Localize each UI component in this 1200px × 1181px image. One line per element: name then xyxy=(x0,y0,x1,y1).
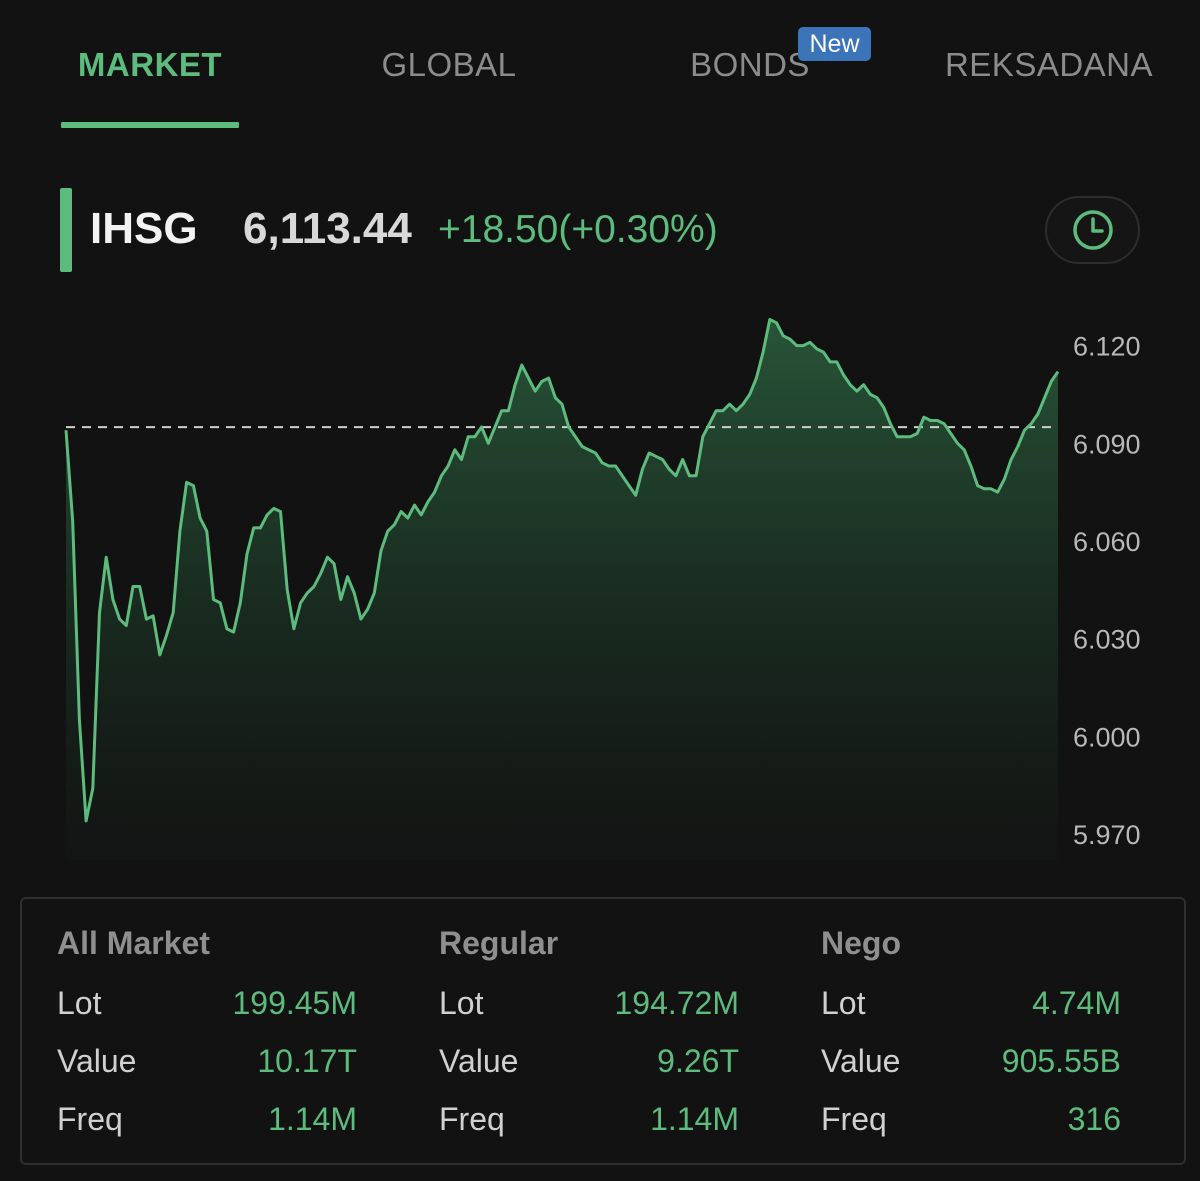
stats-value: 1.14M xyxy=(268,1101,357,1137)
stats-label: Value xyxy=(57,1043,137,1079)
y-axis-tick-label: 6.030 xyxy=(1073,625,1141,655)
index-accent-bar xyxy=(60,188,72,272)
y-axis-tick-label: 6.000 xyxy=(1073,722,1141,752)
chart-area-fill xyxy=(66,319,1058,860)
tab-bonds[interactable]: BONDS xyxy=(690,46,810,90)
market-stats-panel: All Market Lot 199.45M Value 10.17T Freq… xyxy=(20,897,1186,1165)
tab-reksadana[interactable]: REKSADANA xyxy=(945,46,1153,90)
active-tab-indicator xyxy=(61,122,239,128)
stats-label: Freq xyxy=(821,1101,887,1137)
new-badge: New xyxy=(798,27,871,61)
stats-label: Value xyxy=(439,1043,519,1079)
stats-title: Nego xyxy=(821,925,901,961)
stats-label: Freq xyxy=(439,1101,505,1137)
stats-value: 10.17T xyxy=(257,1043,357,1079)
stats-value: 9.26T xyxy=(657,1043,739,1079)
stats-label: Lot xyxy=(821,985,866,1021)
stats-value: 194.72M xyxy=(614,985,739,1021)
stats-title: All Market xyxy=(57,925,210,961)
stats-value: 905.55B xyxy=(1001,1043,1121,1079)
y-axis-tick-label: 6.090 xyxy=(1073,429,1141,459)
history-button[interactable] xyxy=(1045,196,1140,264)
stats-value: 1.14M xyxy=(650,1101,739,1137)
stats-label: Freq xyxy=(57,1101,123,1137)
stats-nego: Nego Lot 4.74M Value 905.55B Freq 316 xyxy=(821,899,1121,1159)
market-tabs: MARKET GLOBAL BONDS REKSADANA New xyxy=(0,0,1200,130)
index-change: +18.50(+0.30%) xyxy=(438,208,718,251)
stats-value: 316 xyxy=(1067,1101,1121,1137)
stats-regular: Regular Lot 194.72M Value 9.26T Freq 1.1… xyxy=(439,899,739,1159)
clock-icon xyxy=(1072,210,1113,250)
index-name: IHSG xyxy=(90,204,198,253)
index-chart-svg: 6.120 6.090 6.060 6.030 6.000 5.970 xyxy=(64,318,1141,860)
tab-market[interactable]: MARKET xyxy=(78,46,222,90)
stats-label: Value xyxy=(821,1043,901,1079)
index-value: 6,113.44 xyxy=(243,204,412,253)
y-axis-tick-label: 5.970 xyxy=(1073,820,1141,850)
y-axis-tick-label: 6.120 xyxy=(1073,332,1141,362)
stats-all-market: All Market Lot 199.45M Value 10.17T Freq… xyxy=(57,899,357,1159)
stats-label: Lot xyxy=(439,985,484,1021)
stats-title: Regular xyxy=(439,925,559,961)
tab-global[interactable]: GLOBAL xyxy=(381,46,516,90)
index-chart: 6.120 6.090 6.060 6.030 6.000 5.970 xyxy=(0,300,1200,880)
stats-value: 199.45M xyxy=(232,985,357,1021)
stats-label: Lot xyxy=(57,985,102,1021)
y-axis-tick-label: 6.060 xyxy=(1073,527,1141,557)
stats-value: 4.74M xyxy=(1032,985,1121,1021)
